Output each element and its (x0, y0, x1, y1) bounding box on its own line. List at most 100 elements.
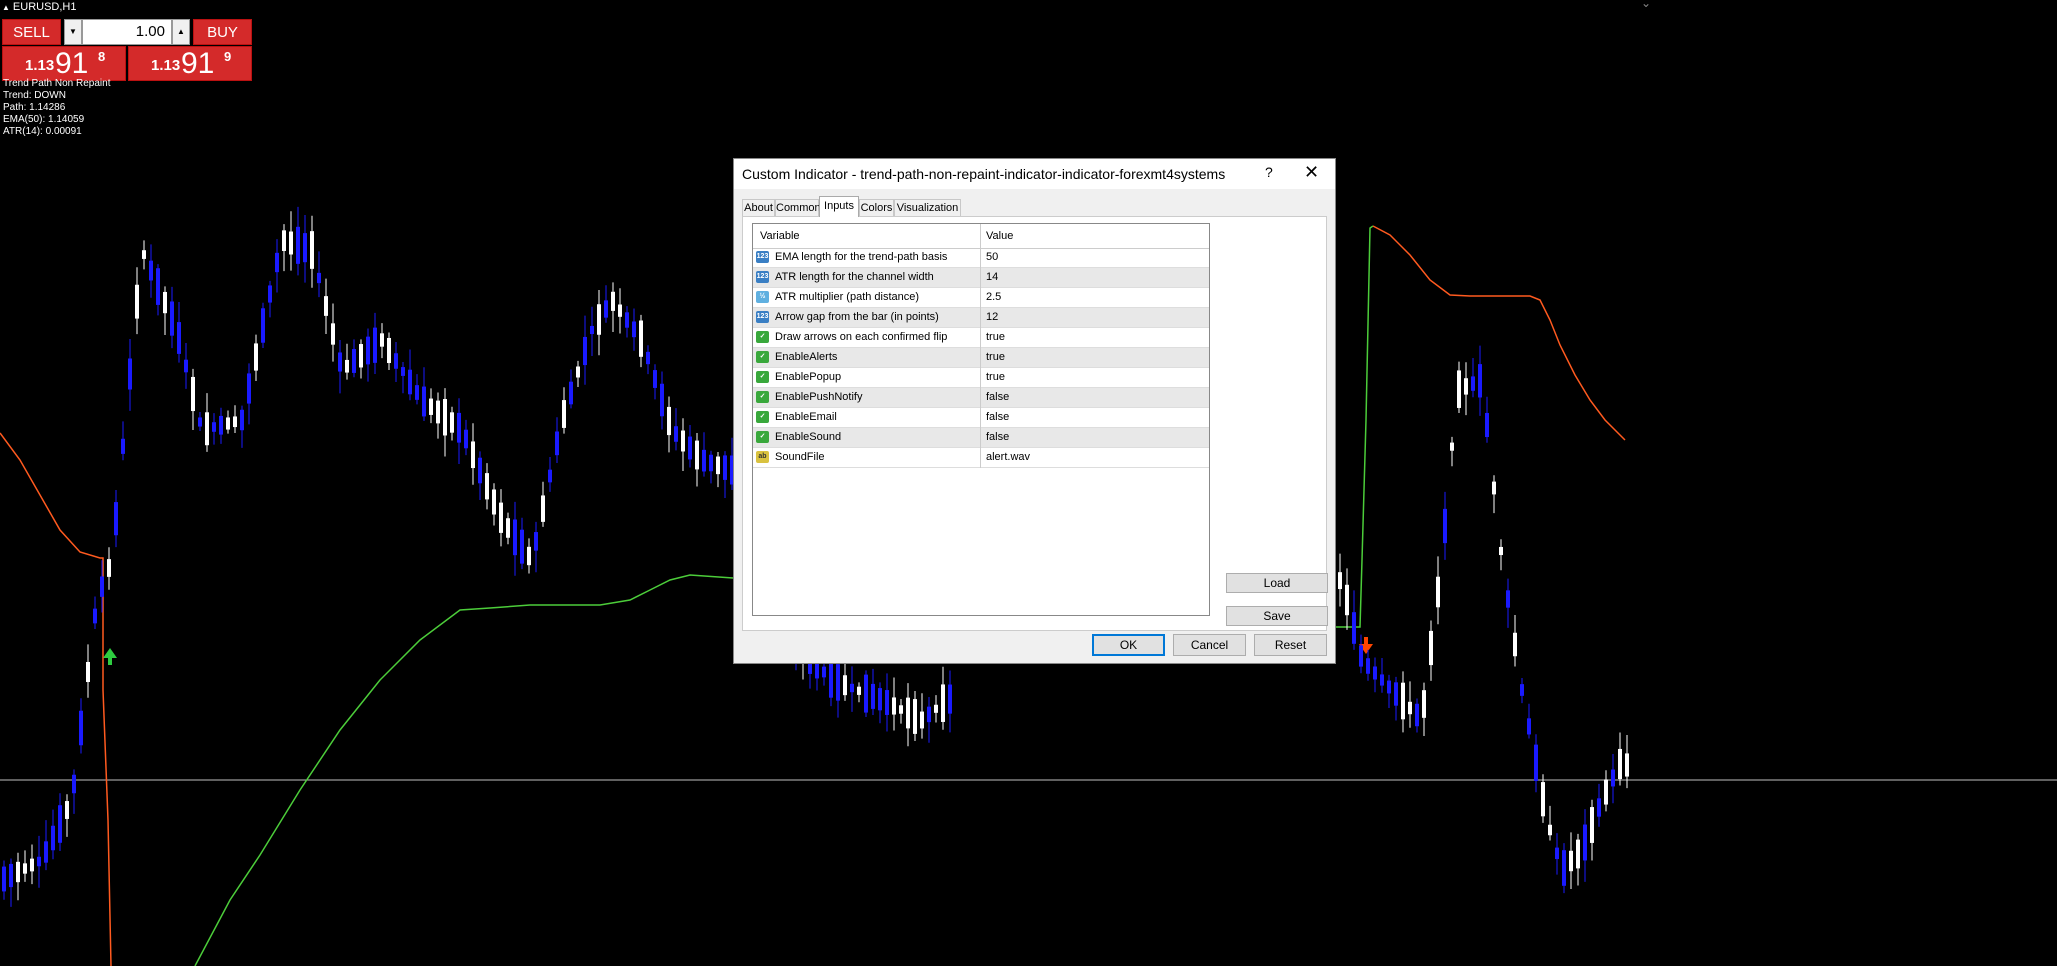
variable-value[interactable]: 12 (986, 311, 998, 323)
candle-body (822, 666, 826, 678)
variable-value[interactable]: 2.5 (986, 291, 1001, 303)
sell-price-fraction: 8 (98, 49, 106, 64)
table-row[interactable]: ½ ATR multiplier (path distance) 2.5 (753, 288, 1209, 308)
buy-button[interactable]: BUY (193, 19, 252, 45)
table-row[interactable]: ✓ EnablePushNotify false (753, 388, 1209, 408)
tab-visualization[interactable]: Visualization (894, 199, 961, 216)
help-button[interactable]: ? (1265, 164, 1273, 180)
variable-value[interactable]: false (986, 411, 1009, 423)
variable-name: ATR length for the channel width (775, 271, 934, 283)
candle-body (324, 296, 328, 316)
column-header-value[interactable]: Value (986, 230, 1013, 242)
candle-body (1373, 666, 1377, 680)
candle-body (1541, 782, 1545, 817)
dialog-title-bar[interactable]: Custom Indicator - trend-path-non-repain… (734, 159, 1335, 189)
candle-body (233, 416, 237, 428)
candle-body (1387, 680, 1391, 694)
cancel-button[interactable]: Cancel (1173, 634, 1246, 656)
column-header-variable[interactable]: Variable (760, 230, 800, 242)
candle-body (58, 805, 62, 843)
table-row[interactable]: 123 EMA length for the trend-path basis 50 (753, 248, 1209, 268)
close-icon[interactable]: ✕ (1304, 162, 1319, 183)
candle-body (948, 684, 952, 714)
candle-body (422, 386, 426, 417)
variable-value[interactable]: true (986, 371, 1005, 383)
candle-body (520, 529, 524, 564)
candle-body (1422, 690, 1426, 718)
candle-body (317, 272, 321, 284)
table-row[interactable]: ✓ Draw arrows on each confirmed flip true (753, 328, 1209, 348)
candle-body (716, 456, 720, 475)
candle-body (562, 400, 566, 428)
collapse-triangle-icon[interactable]: ▲ (2, 3, 10, 12)
candle-body (709, 454, 713, 472)
candle-body (920, 711, 924, 729)
lot-increase-icon[interactable]: ▲ (172, 19, 190, 45)
chevron-down-icon[interactable]: ⌄ (1641, 0, 1651, 10)
candle-body (1611, 769, 1615, 787)
candle-body (219, 415, 223, 435)
table-row[interactable]: ✓ EnableAlerts true (753, 348, 1209, 368)
candle-body (674, 426, 678, 442)
candle-body (107, 559, 111, 577)
table-row[interactable]: ab SoundFile alert.wav (753, 448, 1209, 468)
candle-body (1359, 645, 1363, 667)
num-type-icon: 123 (756, 271, 769, 283)
tab-colors[interactable]: Colors (859, 199, 894, 216)
variable-name: EnablePushNotify (775, 391, 863, 403)
table-row[interactable]: ✓ EnableEmail false (753, 408, 1209, 428)
tab-common[interactable]: Common (775, 199, 821, 216)
candle-body (44, 841, 48, 863)
candle-body (723, 455, 727, 480)
candle-body (590, 325, 594, 335)
candle-body (450, 412, 454, 433)
variable-value[interactable]: false (986, 431, 1009, 443)
table-row[interactable]: 123 ATR length for the channel width 14 (753, 268, 1209, 288)
reset-button[interactable]: Reset (1254, 634, 1327, 656)
variable-value[interactable]: 50 (986, 251, 998, 263)
buy-price[interactable]: 1.13 91 9 (128, 46, 252, 81)
variable-value[interactable]: 14 (986, 271, 998, 283)
candle-body (205, 412, 209, 446)
candle-body (387, 337, 391, 364)
ok-button[interactable]: OK (1092, 634, 1165, 656)
save-button[interactable]: Save (1226, 606, 1328, 626)
candle-body (198, 417, 202, 427)
variable-value[interactable]: true (986, 351, 1005, 363)
tab-inputs[interactable]: Inputs (819, 196, 859, 217)
indicator-info-panel: Trend Path Non Repaint Trend: DOWN Path:… (3, 78, 110, 138)
sell-price[interactable]: 1.13 91 8 (2, 46, 126, 81)
table-row[interactable]: ✓ EnableSound false (753, 428, 1209, 448)
candle-body (1478, 364, 1482, 398)
candle-body (1471, 376, 1475, 391)
variable-name: EnableSound (775, 431, 842, 443)
tab-about[interactable]: About (742, 199, 775, 216)
lot-decrease-icon[interactable]: ▼ (64, 19, 82, 45)
candle-body (702, 449, 706, 472)
table-row[interactable]: ✓ EnablePopup true (753, 368, 1209, 388)
candle-body (170, 301, 174, 336)
candle-body (149, 260, 153, 281)
candle-body (464, 429, 468, 449)
load-button[interactable]: Load (1226, 573, 1328, 593)
dialog-title: Custom Indicator - trend-path-non-repain… (742, 166, 1226, 182)
variable-value[interactable]: false (986, 391, 1009, 403)
candle-body (1450, 442, 1454, 451)
str-type-icon: ab (756, 451, 769, 463)
candle-body (576, 366, 580, 378)
bool-type-icon: ✓ (756, 411, 769, 423)
candle-body (1520, 684, 1524, 696)
one-click-trading-panel: SELL ▼ 1.00 ▲ BUY 1.13 91 8 1.13 91 9 (2, 19, 252, 81)
candle-body (121, 438, 125, 454)
candle-body (345, 359, 349, 373)
candle-body (688, 436, 692, 460)
candle-body (471, 441, 475, 469)
sell-button[interactable]: SELL (2, 19, 61, 45)
table-row[interactable]: 123 Arrow gap from the bar (in points) 12 (753, 308, 1209, 328)
ema-readout: EMA(50): 1.14059 (3, 114, 85, 125)
variable-name: Arrow gap from the bar (in points) (775, 311, 939, 323)
lot-size-input[interactable]: 1.00 (82, 19, 172, 45)
variable-value[interactable]: true (986, 331, 1005, 343)
candle-body (695, 440, 699, 470)
variable-value[interactable]: alert.wav (986, 451, 1030, 463)
